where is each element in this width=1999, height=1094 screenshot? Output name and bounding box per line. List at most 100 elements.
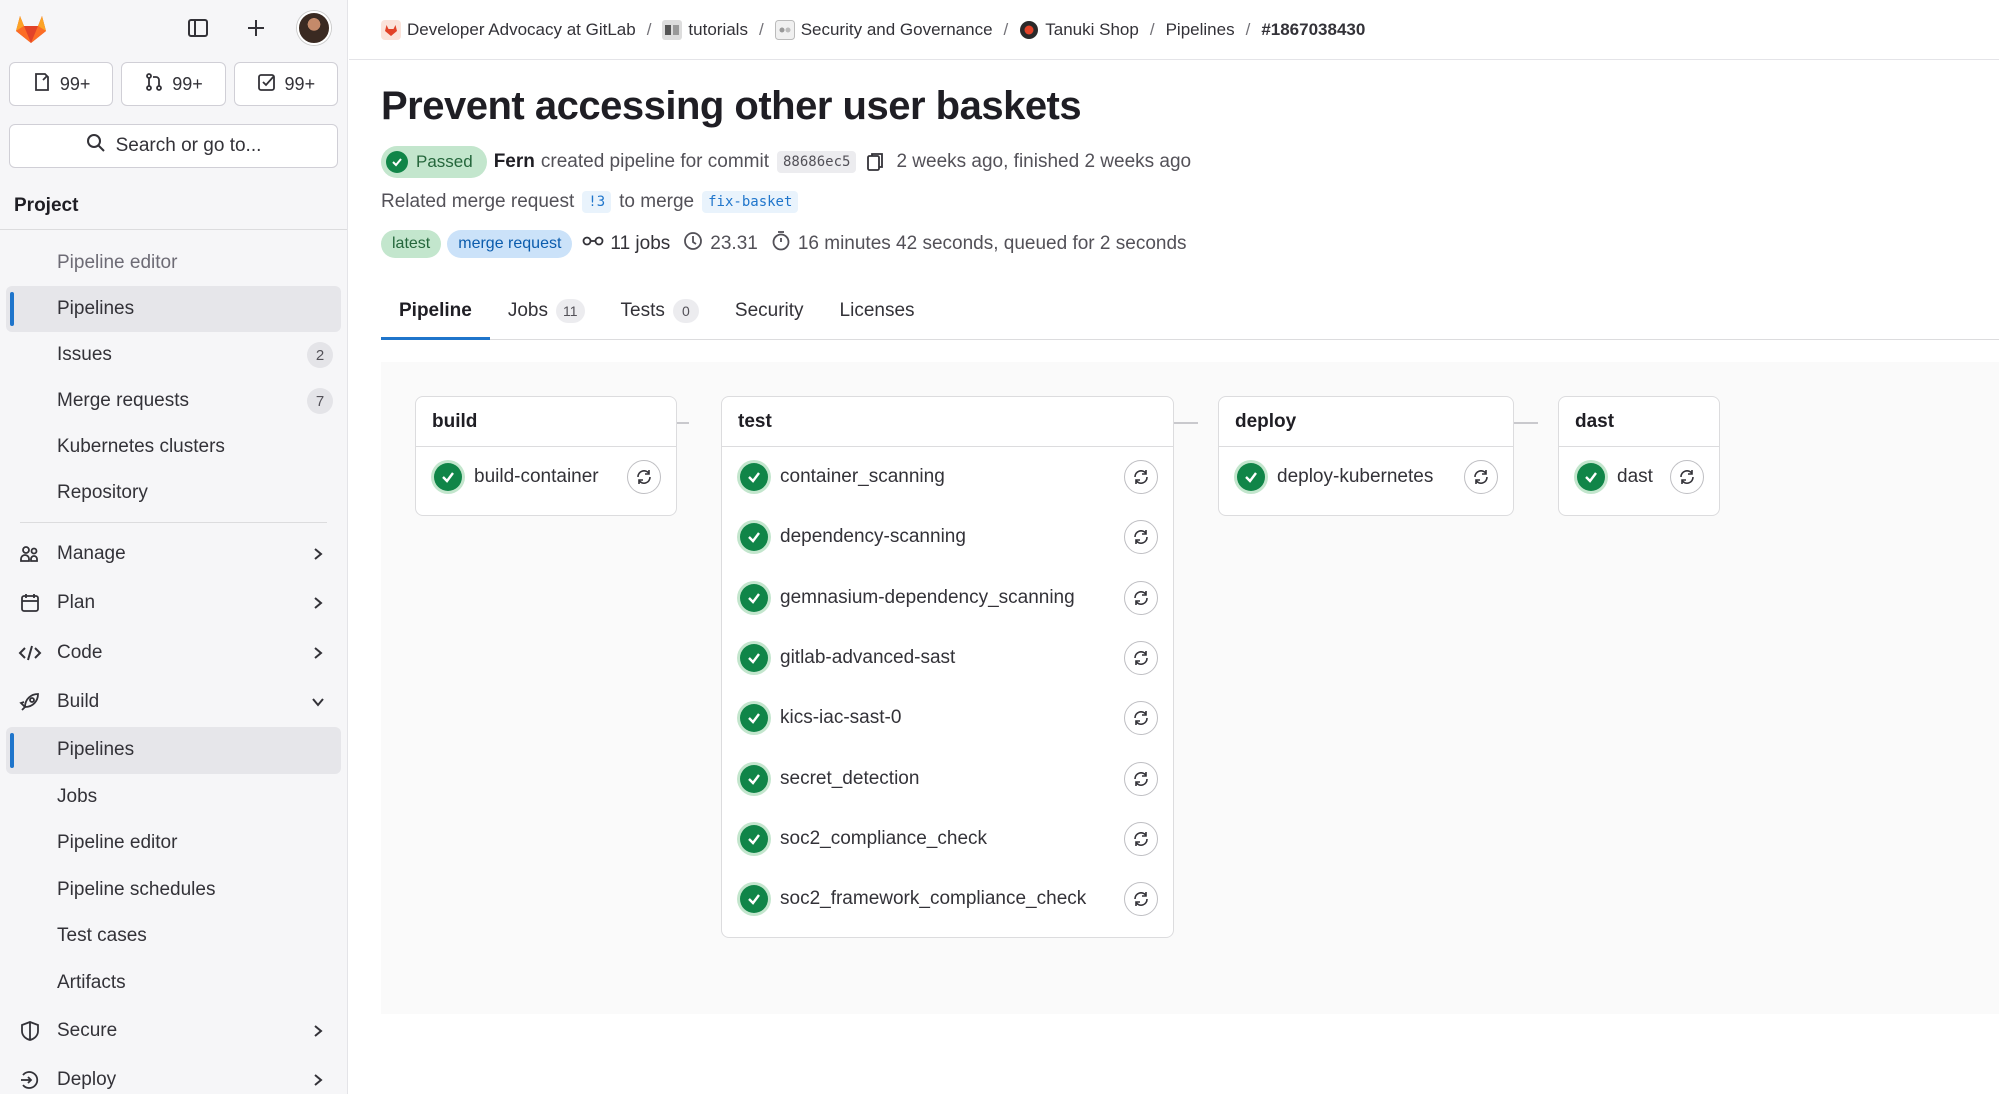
avatar[interactable] xyxy=(297,11,331,45)
job-item[interactable]: dast xyxy=(1559,447,1719,507)
sidebar-divider xyxy=(20,522,327,523)
tab-licenses[interactable]: Licenses xyxy=(822,282,933,339)
sidebar-item-pipeline-editor-build[interactable]: Pipeline editor xyxy=(0,820,347,867)
status-badge[interactable]: Passed xyxy=(381,146,487,178)
retry-icon[interactable] xyxy=(1670,460,1704,495)
tab-pipeline[interactable]: Pipeline xyxy=(381,282,490,340)
stage-deploy: deploy deploy-kubernetes xyxy=(1218,396,1514,516)
sidebar-item-pipeline-editor[interactable]: Pipeline editor xyxy=(0,240,347,286)
job-item[interactable]: soc2_compliance_check xyxy=(722,809,1173,869)
commit-sha[interactable]: 88686ec5 xyxy=(777,151,857,173)
breadcrumb-item-security-governance[interactable]: Security and Governance xyxy=(774,19,993,40)
job-success-icon xyxy=(740,583,768,612)
sidebar-group-label: Build xyxy=(57,691,100,713)
build-subnav: Pipelines Jobs Pipeline editor Pipeline … xyxy=(0,727,347,1006)
sidebar-item-pipeline-schedules[interactable]: Pipeline schedules xyxy=(0,867,347,914)
sidebar-item-jobs[interactable]: Jobs xyxy=(0,774,347,821)
job-name: build-container xyxy=(474,466,599,488)
job-name: soc2_compliance_check xyxy=(780,827,988,849)
code-icon xyxy=(18,641,42,665)
merge-request-badge: merge request xyxy=(447,230,573,258)
sidebar-item-label: Pipeline editor xyxy=(57,832,178,854)
sidebar-item-manage[interactable]: Manage xyxy=(0,529,347,579)
tab-jobs[interactable]: Jobs 11 xyxy=(490,282,603,339)
rocket-icon xyxy=(18,690,42,714)
job-item[interactable]: kics-iac-sast-0 xyxy=(722,688,1173,748)
retry-icon[interactable] xyxy=(627,460,661,495)
related-text: Related merge request xyxy=(381,191,575,212)
retry-icon[interactable] xyxy=(1124,460,1158,495)
retry-icon[interactable] xyxy=(1124,761,1158,796)
sidebar-item-label: Kubernetes clusters xyxy=(57,436,225,457)
sidebar-item-repository[interactable]: Repository xyxy=(0,470,347,516)
breadcrumb-item-group[interactable]: Developer Advocacy at GitLab xyxy=(381,19,636,40)
retry-icon[interactable] xyxy=(1124,701,1158,736)
merge-request-icon xyxy=(144,72,164,97)
issues-badge: 2 xyxy=(307,342,333,368)
sidebar-item-pipelines-pinned[interactable]: Pipelines xyxy=(6,286,341,332)
latest-badge: latest xyxy=(381,230,442,258)
tab-count: 11 xyxy=(556,298,585,323)
breadcrumb-separator: / xyxy=(1003,19,1009,39)
job-item[interactable]: soc2_framework_compliance_check xyxy=(722,869,1173,929)
sidebar-item-issues[interactable]: Issues 2 xyxy=(0,332,347,378)
to-merge-text: to merge xyxy=(619,191,695,212)
pipeline-graph: build build-container test container_sca… xyxy=(381,362,1999,1014)
sidebar-item-label: Pipelines xyxy=(57,739,135,761)
sidebar-item-label: Pipeline editor xyxy=(57,252,178,273)
sidebar-item-artifacts[interactable]: Artifacts xyxy=(0,960,347,1007)
breadcrumb-item-pipelines[interactable]: Pipelines xyxy=(1166,20,1235,40)
compute-minutes: 23.31 xyxy=(682,230,758,258)
job-item[interactable]: build-container xyxy=(416,447,676,507)
merge-requests-badge: 7 xyxy=(307,388,333,414)
retry-icon[interactable] xyxy=(1124,821,1158,856)
job-item[interactable]: secret_detection xyxy=(722,748,1173,808)
sidebar-item-merge-requests[interactable]: Merge requests 7 xyxy=(0,378,347,424)
retry-icon[interactable] xyxy=(1124,580,1158,615)
job-name: container_scanning xyxy=(780,466,945,488)
job-item[interactable]: container_scanning xyxy=(722,447,1173,507)
issues-count-button[interactable]: 99+ xyxy=(9,62,114,106)
merge-request-link[interactable]: !3 xyxy=(582,191,612,213)
search-button[interactable]: Search or go to... xyxy=(9,124,338,168)
retry-icon[interactable] xyxy=(1124,882,1158,917)
sidebar-item-pipelines[interactable]: Pipelines xyxy=(6,727,341,774)
todo-icon xyxy=(257,72,277,97)
tab-label: Pipeline xyxy=(399,299,472,321)
breadcrumb-item-subgroup[interactable]: tutorials xyxy=(662,19,748,40)
tab-label: Jobs xyxy=(507,299,548,321)
breadcrumb-item-project[interactable]: Tanuki Shop xyxy=(1019,20,1139,40)
compute-icon xyxy=(682,230,704,258)
stage-title: test xyxy=(722,397,1173,447)
create-new-icon[interactable] xyxy=(239,11,273,45)
sidebar-item-kubernetes-clusters[interactable]: Kubernetes clusters xyxy=(0,424,347,470)
retry-icon[interactable] xyxy=(1464,460,1498,495)
tab-security[interactable]: Security xyxy=(717,282,822,339)
breadcrumb-item-current[interactable]: #1867038430 xyxy=(1261,20,1365,40)
merge-requests-count-button[interactable]: 99+ xyxy=(121,62,226,106)
sidebar-item-test-cases[interactable]: Test cases xyxy=(0,913,347,960)
branch-link[interactable]: fix-basket xyxy=(702,191,799,213)
sidebar-top xyxy=(0,0,347,56)
retry-icon[interactable] xyxy=(1124,520,1158,555)
retry-icon[interactable] xyxy=(1124,641,1158,676)
sidebar-item-plan[interactable]: Plan xyxy=(0,579,347,629)
author-name[interactable]: Fern xyxy=(494,151,535,173)
breadcrumb-separator: / xyxy=(758,19,764,39)
copy-icon[interactable] xyxy=(864,151,886,173)
sidebar-item-secure[interactable]: Secure xyxy=(0,1006,347,1056)
sidebar-item-code[interactable]: Code xyxy=(0,628,347,678)
sidebar-item-deploy[interactable]: Deploy xyxy=(0,1056,347,1094)
job-item[interactable]: deploy-kubernetes xyxy=(1219,447,1513,507)
compute-value: 23.31 xyxy=(710,233,758,254)
todos-count-button[interactable]: 99+ xyxy=(233,62,338,106)
tab-tests[interactable]: Tests 0 xyxy=(603,282,717,339)
job-item[interactable]: dependency-scanning xyxy=(722,507,1173,567)
sidebar-toggle-icon[interactable] xyxy=(181,11,215,45)
gitlab-logo-icon[interactable] xyxy=(12,9,50,47)
job-item[interactable]: gitlab-advanced-sast xyxy=(722,628,1173,688)
sidebar-item-build[interactable]: Build xyxy=(0,678,347,728)
job-item[interactable]: gemnasium-dependency_scanning xyxy=(722,568,1173,628)
sidebar-item-label: Repository xyxy=(57,482,148,503)
status-label: Passed xyxy=(416,152,473,171)
